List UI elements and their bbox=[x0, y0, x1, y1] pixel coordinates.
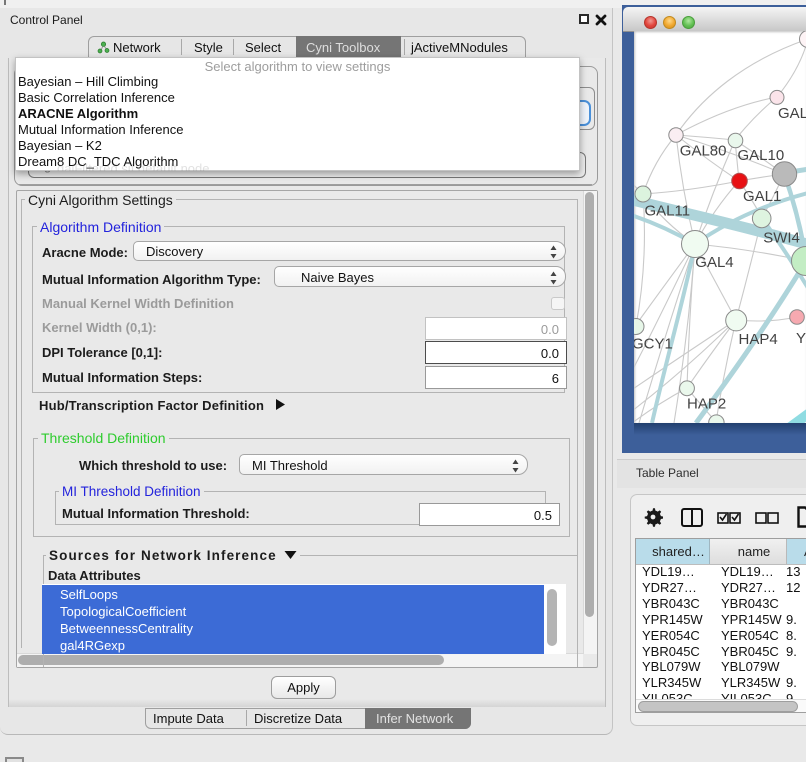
svg-text:GCY1: GCY1 bbox=[634, 336, 673, 353]
svg-text:GAL10: GAL10 bbox=[738, 147, 785, 164]
svg-text:HAP4: HAP4 bbox=[739, 331, 778, 348]
svg-text:GAL4: GAL4 bbox=[695, 254, 733, 271]
svg-text:Y: Y bbox=[796, 330, 806, 347]
svg-text:GAL: GAL bbox=[778, 105, 806, 122]
svg-text:GAL1: GAL1 bbox=[743, 188, 781, 205]
svg-text:GAL80: GAL80 bbox=[680, 143, 727, 160]
svg-text:GAL11: GAL11 bbox=[645, 203, 691, 220]
svg-text:SWI4: SWI4 bbox=[763, 230, 800, 247]
svg-text:HAP2: HAP2 bbox=[687, 396, 726, 413]
